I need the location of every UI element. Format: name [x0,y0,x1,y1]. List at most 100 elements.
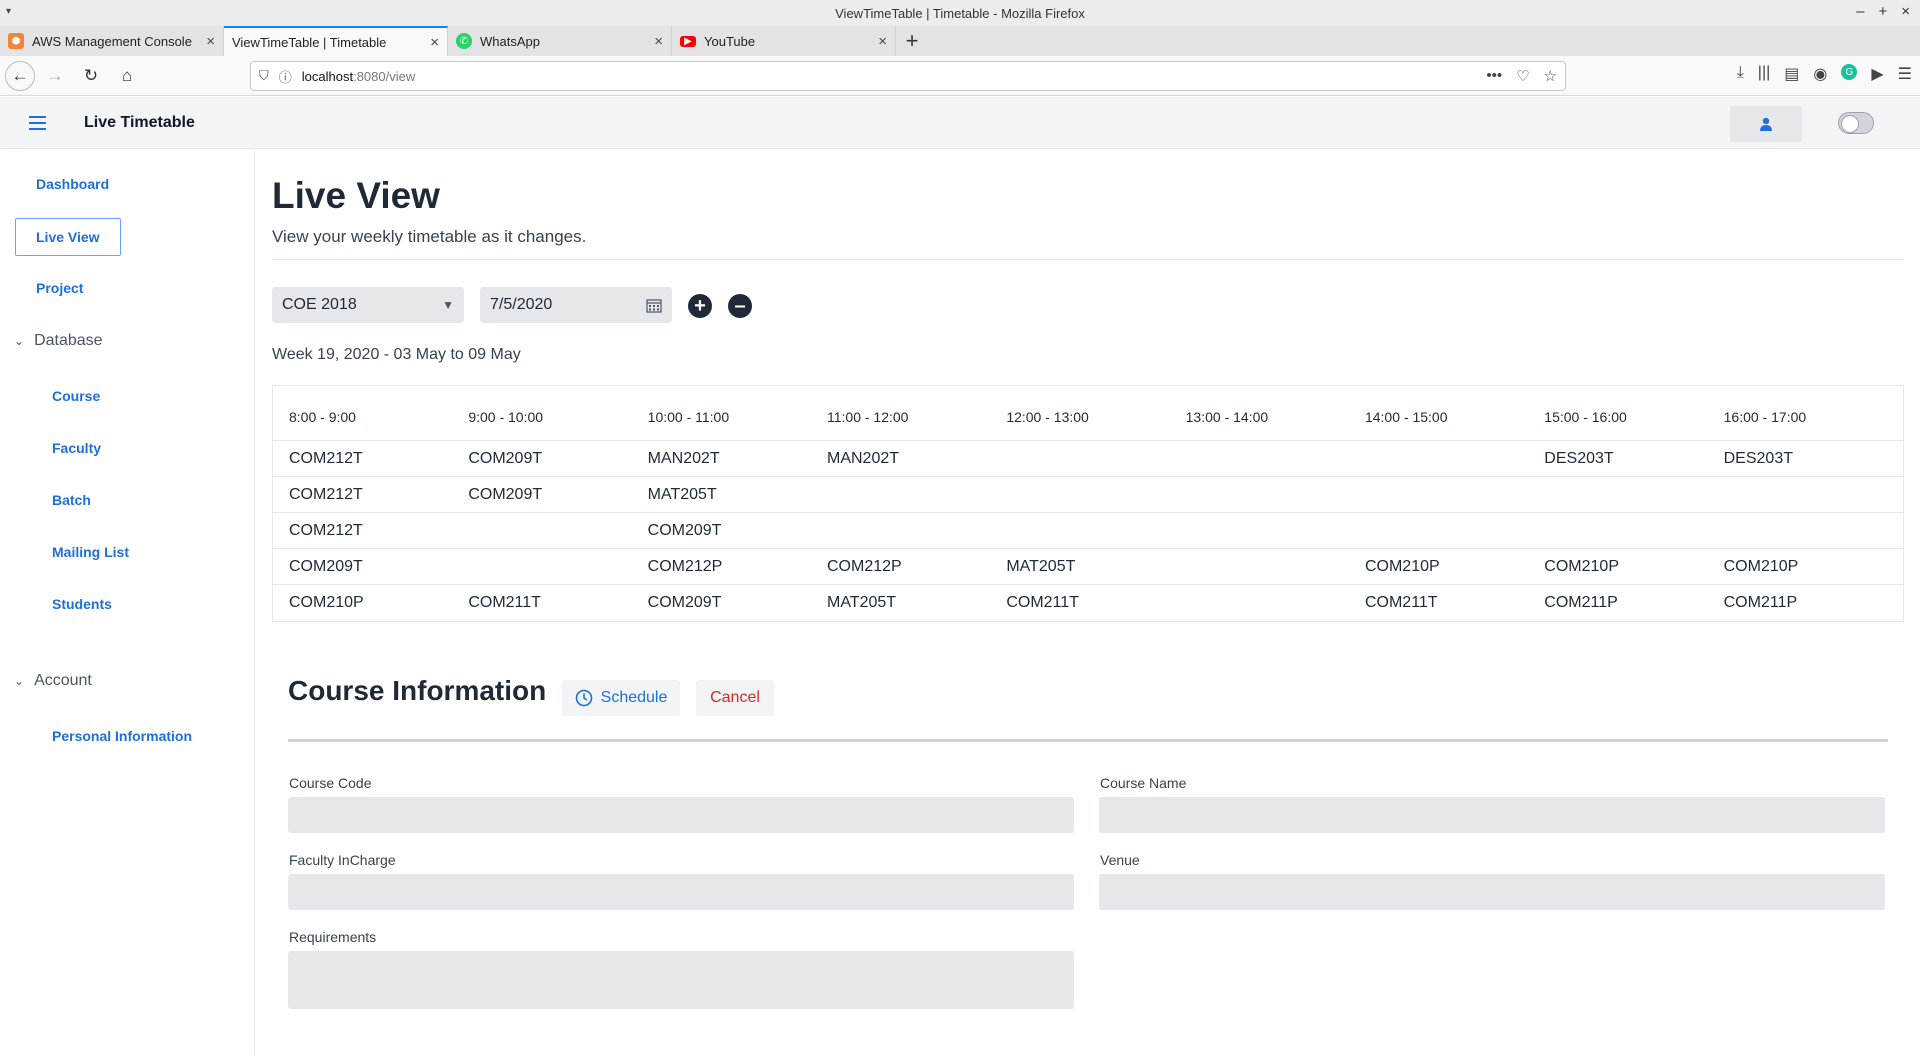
timetable-cell[interactable]: COM212P [648,558,827,576]
timetable-header-cell: 12:00 - 13:00 [1006,409,1089,425]
maximize-icon[interactable]: + [1878,3,1887,20]
timetable-cell[interactable]: COM209T [648,522,827,540]
account-icon[interactable]: ◉ [1813,64,1827,84]
extension-icon[interactable]: ▶ [1871,64,1883,84]
date-input-value: 7/5/2020 [490,296,553,313]
timetable-cell[interactable]: COM212T [289,486,468,504]
app-menu-icon[interactable]: ☰ [1898,64,1912,84]
sidebar-group-database[interactable]: ⌄ Database [14,332,103,350]
tab-label: YouTube [704,33,756,49]
calendar-icon[interactable] [646,298,662,313]
timetable-cell[interactable]: COM211T [1006,594,1185,612]
cancel-button[interactable]: Cancel [696,680,774,716]
timetable-cell[interactable]: COM211P [1724,594,1903,612]
remove-week-button[interactable]: – [728,294,752,318]
sidebar-item-course[interactable]: Course [52,388,100,404]
sidebar-item-mailing-list[interactable]: Mailing List [52,544,129,560]
minimize-icon[interactable]: – [1856,3,1864,20]
venue-field[interactable] [1099,874,1885,910]
theme-toggle[interactable] [1838,112,1874,134]
browser-toolbar-right: ⤓ ||| ▤ ◉ G ▶ ☰ [1737,64,1912,84]
close-icon[interactable]: × [430,34,439,51]
grammarly-icon[interactable]: G [1841,64,1858,80]
course-name-label: Course Name [1100,775,1187,791]
table-row: COM212T COM209T [273,513,1903,549]
timetable-cell[interactable]: COM212T [289,450,468,468]
whatsapp-icon: ✆ [456,33,472,49]
sidebar-item-dashboard[interactable]: Dashboard [36,176,109,192]
sidebar-item-project[interactable]: Project [36,280,83,296]
tab-viewtimetable[interactable]: ViewTimeTable | Timetable × [224,26,448,56]
url-actions: ••• ♡ ☆ [1486,67,1557,85]
close-icon[interactable]: × [654,33,663,50]
timetable-cell[interactable]: COM210P [1544,558,1723,576]
timetable-cell[interactable]: MAN202T [827,450,1006,468]
timetable: 8:00 - 9:00 9:00 - 10:00 10:00 - 11:00 1… [272,385,1904,622]
hamburger-menu-icon[interactable] [29,116,46,134]
schedule-label: Schedule [600,689,668,706]
user-button[interactable] [1730,106,1802,142]
tab-aws[interactable]: ⬢ AWS Management Console × [0,26,224,56]
page-title: Live View [272,175,440,216]
clock-icon [575,689,592,707]
reload-button[interactable]: ↻ [75,60,107,92]
timetable-header-cell: 9:00 - 10:00 [468,409,544,425]
sidebar-item-live-view[interactable]: Live View [15,218,121,256]
home-button[interactable]: ⌂ [111,60,143,92]
close-icon[interactable]: × [206,33,215,50]
url-bar[interactable]: ⛉ ⓘ localhost:8080/view ••• ♡ ☆ [250,61,1566,91]
timetable-cell[interactable]: MAT205T [827,594,1006,612]
timetable-cell[interactable]: COM211T [468,594,647,612]
pocket-icon[interactable]: ♡ [1516,67,1529,85]
timetable-cell[interactable]: COM210P [1724,558,1903,576]
course-code-field[interactable] [288,797,1074,833]
timetable-cell[interactable]: COM212T [289,522,468,540]
library-icon[interactable]: ||| [1758,64,1770,84]
timetable-cell[interactable]: COM211P [1544,594,1723,612]
sidebar: Dashboard Live View Project ⌄ Database C… [0,150,255,1055]
date-input[interactable]: 7/5/2020 [480,287,672,323]
timetable-cell[interactable]: MAN202T [648,450,827,468]
sidebar-toggle-icon[interactable]: ▤ [1784,64,1799,84]
new-tab-button[interactable]: + [896,26,928,56]
sidebar-item-personal-information[interactable]: Personal Information [52,728,192,744]
timetable-header-cell: 10:00 - 11:00 [647,409,730,425]
timetable-cell[interactable]: COM210P [289,594,468,612]
timetable-cell[interactable]: COM209T [468,486,647,504]
tab-whatsapp[interactable]: ✆ WhatsApp × [448,26,672,56]
timetable-cell[interactable]: DES203T [1724,450,1903,468]
sidebar-item-faculty[interactable]: Faculty [52,440,101,456]
course-name-field[interactable] [1099,797,1885,833]
timetable-cell[interactable]: MAT205T [1006,558,1185,576]
forward-button[interactable]: → [39,60,71,92]
sidebar-item-batch[interactable]: Batch [52,492,91,508]
schedule-button[interactable]: Schedule [562,680,680,716]
week-label: Week 19, 2020 - 03 May to 09 May [272,346,521,363]
close-window-icon[interactable]: × [1901,3,1910,20]
close-icon[interactable]: × [878,33,887,50]
download-icon[interactable]: ⤓ [1737,64,1744,84]
bookmark-star-icon[interactable]: ☆ [1544,67,1557,85]
batch-select[interactable]: COE 2018 ▼ [272,287,464,323]
page-actions-icon[interactable]: ••• [1486,67,1502,85]
faculty-incharge-field[interactable] [288,874,1074,910]
window-menu-icon[interactable]: ▾ [6,6,11,17]
timetable-cell[interactable]: COM209T [289,558,468,576]
tab-youtube[interactable]: ▶ YouTube × [672,26,896,56]
timetable-cell[interactable]: COM209T [648,594,827,612]
window-title: ViewTimeTable | Timetable - Mozilla Fire… [835,5,1085,21]
timetable-cell[interactable]: COM211T [1365,594,1544,612]
sidebar-group-account[interactable]: ⌄ Account [14,672,92,690]
requirements-field[interactable] [288,951,1074,1009]
timetable-cell[interactable]: MAT205T [648,486,827,504]
timetable-cell[interactable]: COM209T [468,450,647,468]
shield-icon[interactable]: ⛉ [259,68,269,84]
add-week-button[interactable]: + [688,294,712,318]
timetable-cell[interactable]: COM210P [1365,558,1544,576]
sidebar-item-students[interactable]: Students [52,596,112,612]
back-button[interactable]: ← [5,60,35,91]
timetable-header-cell: 14:00 - 15:00 [1364,409,1448,425]
timetable-cell[interactable]: DES203T [1544,450,1723,468]
timetable-cell[interactable]: COM212P [827,558,1006,576]
info-icon[interactable]: ⓘ [279,67,292,86]
